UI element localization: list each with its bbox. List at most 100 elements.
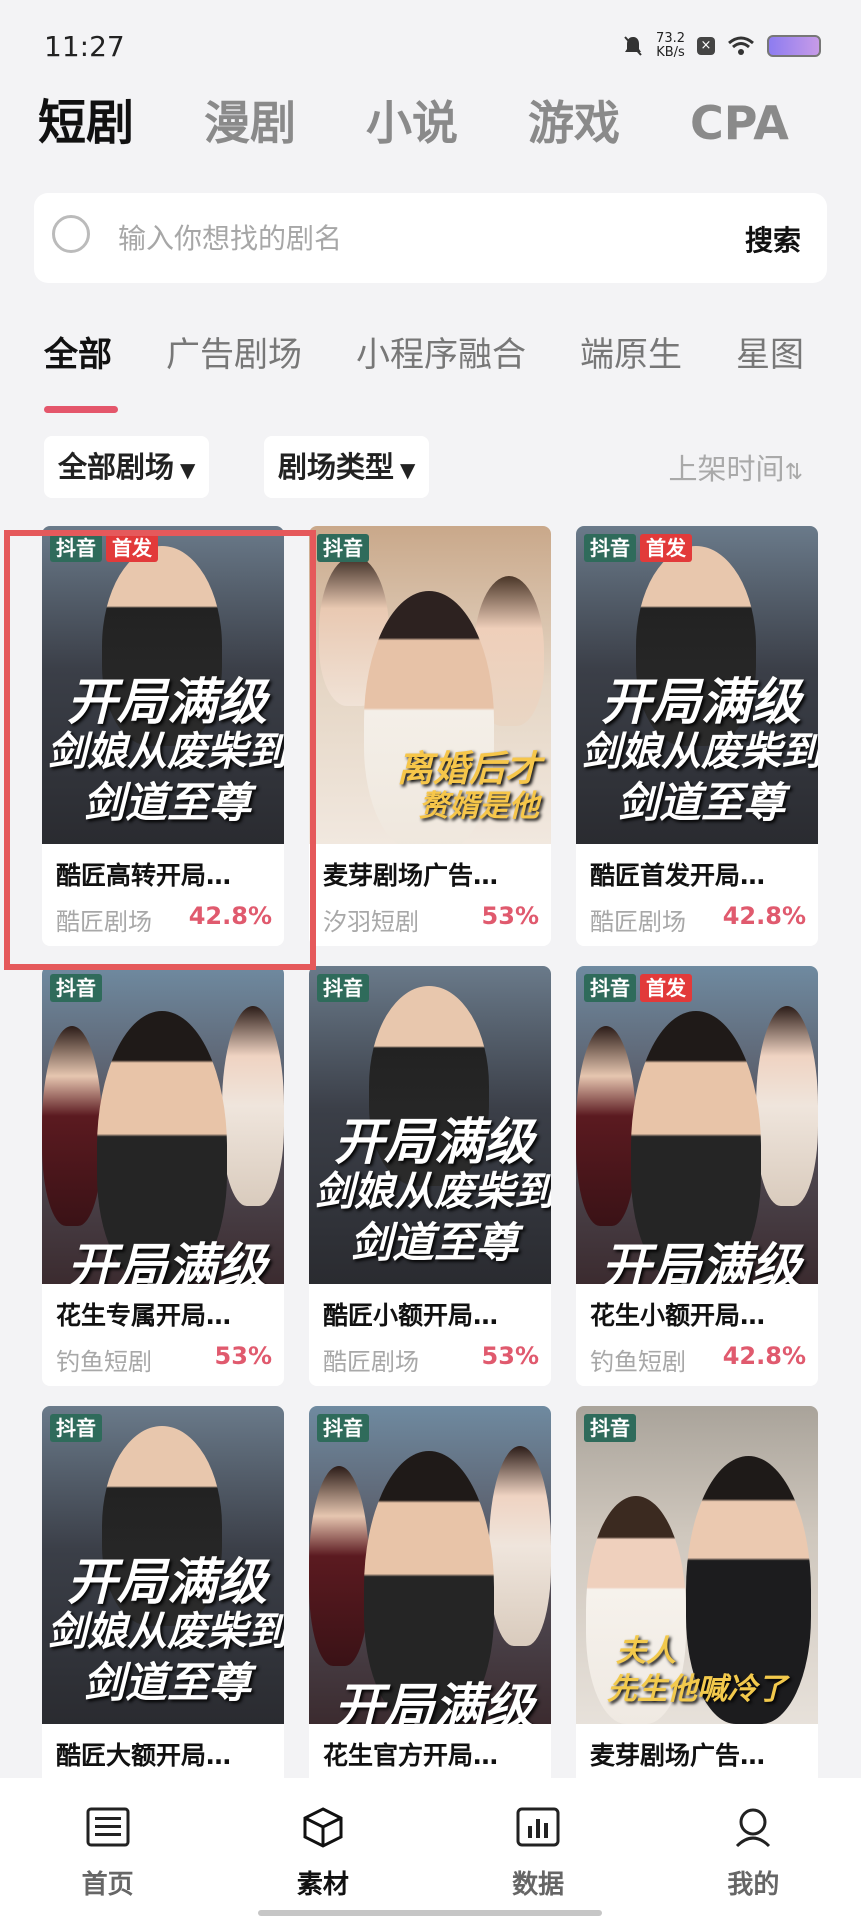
douyin-tag: 抖音 bbox=[50, 1414, 102, 1442]
poster-title-line: 开局满级 bbox=[334, 1677, 534, 1724]
drama-card[interactable]: 夫人 先生他喊冷了 抖音 麦芽剧场广告… bbox=[576, 1406, 818, 1826]
card-title: 酷匠高转开局… bbox=[56, 861, 232, 890]
tab-novel[interactable]: 小说 bbox=[366, 92, 458, 154]
poster-image: 开局满级 抖音 首发 bbox=[576, 966, 818, 1284]
tab-short-drama[interactable]: 短剧 bbox=[38, 92, 134, 154]
tab-comic-drama[interactable]: 漫剧 bbox=[204, 92, 296, 154]
status-icons: 73.2 KB/s × bbox=[622, 32, 821, 60]
category-tabs: 全部 广告剧场 小程序融合 端原生 星图 bbox=[44, 330, 861, 410]
first-release-tag: 首发 bbox=[106, 534, 158, 562]
douyin-tag: 抖音 bbox=[317, 534, 369, 562]
drama-card[interactable]: 开局满级 剑娘从废柴到 剑道至尊 抖音 酷匠大额开局… bbox=[42, 1406, 284, 1826]
type-filter-label: 剧场类型 bbox=[278, 450, 395, 484]
drama-card[interactable]: 开局满级 剑娘从废柴到 剑道至尊 抖音 首发 酷匠高转开局… 酷匠剧场 42.8… bbox=[42, 526, 284, 946]
poster-title-line: 开局满级 bbox=[601, 672, 801, 731]
search-icon bbox=[52, 215, 90, 253]
category-tab-all[interactable]: 全部 bbox=[44, 330, 112, 380]
tag-row: 抖音 bbox=[50, 974, 102, 1002]
poster-title-line: 剑道至尊 bbox=[82, 778, 251, 827]
tag-row: 抖音 bbox=[317, 974, 369, 1002]
poster-image: 开局满级 剑娘从废柴到 剑道至尊 抖音 bbox=[309, 966, 551, 1284]
douyin-tag: 抖音 bbox=[50, 974, 102, 1002]
search-button[interactable]: 搜索 bbox=[745, 219, 801, 259]
card-title: 麦芽剧场广告… bbox=[590, 1741, 766, 1770]
network-speed: 73.2 KB/s bbox=[656, 32, 685, 60]
card-source: 酷匠剧场 bbox=[56, 908, 152, 936]
nav-data[interactable]: 数据 bbox=[431, 1778, 646, 1920]
drama-card[interactable]: 开局满级 剑娘从废柴到 剑道至尊 抖音 酷匠小额开局… 酷匠剧场 53% bbox=[309, 966, 551, 1386]
tag-row: 抖音 首发 bbox=[50, 534, 158, 562]
home-logo-icon bbox=[86, 1807, 130, 1847]
category-tab-ad-theater[interactable]: 广告剧场 bbox=[166, 330, 302, 380]
poster-title-line: 开局满级 bbox=[334, 1112, 534, 1171]
card-source: 钓鱼短剧 bbox=[56, 1348, 152, 1376]
card-source: 酷匠剧场 bbox=[590, 908, 686, 936]
drama-card[interactable]: 开局满级 剑娘从废柴到 剑道至尊 抖音 首发 酷匠首发开局… 酷匠剧场 42.8… bbox=[576, 526, 818, 946]
tab-game[interactable]: 游戏 bbox=[528, 92, 620, 154]
sim-off-icon: × bbox=[697, 37, 715, 55]
nav-materials[interactable]: 素材 bbox=[215, 1778, 430, 1920]
poster-title-line: 夫人 bbox=[616, 1634, 676, 1669]
active-tab-indicator bbox=[44, 406, 118, 413]
theater-filter-label: 全部剧场 bbox=[58, 450, 175, 484]
home-indicator bbox=[258, 1910, 602, 1916]
category-tab-mini-program[interactable]: 小程序融合 bbox=[356, 330, 526, 380]
tag-row: 抖音 bbox=[50, 1414, 102, 1442]
card-title: 酷匠大额开局… bbox=[56, 1741, 232, 1770]
sort-label: 上架时间 bbox=[668, 452, 785, 486]
search-bar: 搜索 bbox=[34, 193, 827, 283]
poster-title-line: 开局满级 bbox=[67, 1237, 267, 1284]
category-tab-xingtu[interactable]: 星图 bbox=[736, 330, 804, 380]
tag-row: 抖音 bbox=[584, 1414, 636, 1442]
search-input[interactable] bbox=[118, 215, 678, 261]
card-rate: 53% bbox=[481, 902, 539, 930]
poster-title-line: 开局满级 bbox=[67, 672, 267, 731]
poster-title-line: 剑道至尊 bbox=[82, 1658, 251, 1707]
drama-card[interactable]: 开局满级 抖音 花生官方开局… bbox=[309, 1406, 551, 1826]
nav-profile[interactable]: 我的 bbox=[646, 1778, 861, 1920]
caret-down-icon: ▼ bbox=[400, 458, 416, 482]
poster-title-line: 赘婿是他 bbox=[419, 789, 539, 824]
card-rate: 42.8% bbox=[722, 902, 806, 930]
card-title: 花生专属开局… bbox=[56, 1301, 232, 1330]
poster-title-line: 先生他喊冷了 bbox=[607, 1672, 787, 1707]
card-title: 麦芽剧场广告… bbox=[323, 861, 499, 890]
speed-value: 73.2 bbox=[656, 31, 685, 46]
nav-home[interactable]: 首页 bbox=[0, 1778, 215, 1920]
caret-down-icon: ▼ bbox=[180, 458, 196, 482]
poster-title-line: 开局满级 bbox=[67, 1552, 267, 1611]
nav-label: 数据 bbox=[512, 1870, 565, 1900]
sort-toggle-icon: ⇅ bbox=[784, 460, 803, 485]
status-time: 11:27 bbox=[44, 30, 125, 63]
tag-row: 抖音 bbox=[317, 534, 369, 562]
poster-image: 夫人 先生他喊冷了 抖音 bbox=[576, 1406, 818, 1724]
user-icon bbox=[736, 1808, 771, 1848]
tag-row: 抖音 首发 bbox=[584, 534, 692, 562]
card-title: 酷匠首发开局… bbox=[590, 861, 766, 890]
poster-image: 开局满级 抖音 bbox=[309, 1406, 551, 1724]
douyin-tag: 抖音 bbox=[584, 1414, 636, 1442]
category-tab-native[interactable]: 端原生 bbox=[580, 330, 682, 380]
douyin-tag: 抖音 bbox=[50, 534, 102, 562]
drama-card[interactable]: 离婚后才 赘婿是他 抖音 麦芽剧场广告… 汐羽短剧 53% bbox=[309, 526, 551, 946]
tag-row: 抖音 bbox=[317, 1414, 369, 1442]
poster-title-line: 开局满级 bbox=[601, 1237, 801, 1284]
poster-image: 离婚后才 赘婿是他 抖音 bbox=[309, 526, 551, 844]
card-title: 花生小额开局… bbox=[590, 1301, 766, 1330]
sort-by-time[interactable]: 上架时间⇅ bbox=[669, 446, 803, 488]
theater-filter-dropdown[interactable]: 全部剧场 ▼ bbox=[44, 436, 210, 498]
card-rate: 42.8% bbox=[722, 1342, 806, 1370]
douyin-tag: 抖音 bbox=[317, 1414, 369, 1442]
poster-title-line: 剑娘从废柴到 bbox=[314, 1168, 551, 1215]
nav-label: 首页 bbox=[81, 1870, 134, 1900]
nav-label: 素材 bbox=[296, 1870, 349, 1900]
type-filter-dropdown[interactable]: 剧场类型 ▼ bbox=[264, 436, 430, 498]
drama-card[interactable]: 开局满级 抖音 花生专属开局… 钓鱼短剧 53% bbox=[42, 966, 284, 1386]
tag-row: 抖音 首发 bbox=[584, 974, 692, 1002]
poster-title-line: 剑娘从废柴到 bbox=[581, 728, 818, 775]
drama-card[interactable]: 开局满级 抖音 首发 花生小额开局… 钓鱼短剧 42.8% bbox=[576, 966, 818, 1386]
cube-icon bbox=[303, 1807, 343, 1848]
tab-cpa[interactable]: CPA bbox=[690, 92, 789, 154]
bottom-nav: 首页 素材 数据 我的 bbox=[0, 1778, 861, 1920]
card-source: 酷匠剧场 bbox=[323, 1348, 419, 1376]
